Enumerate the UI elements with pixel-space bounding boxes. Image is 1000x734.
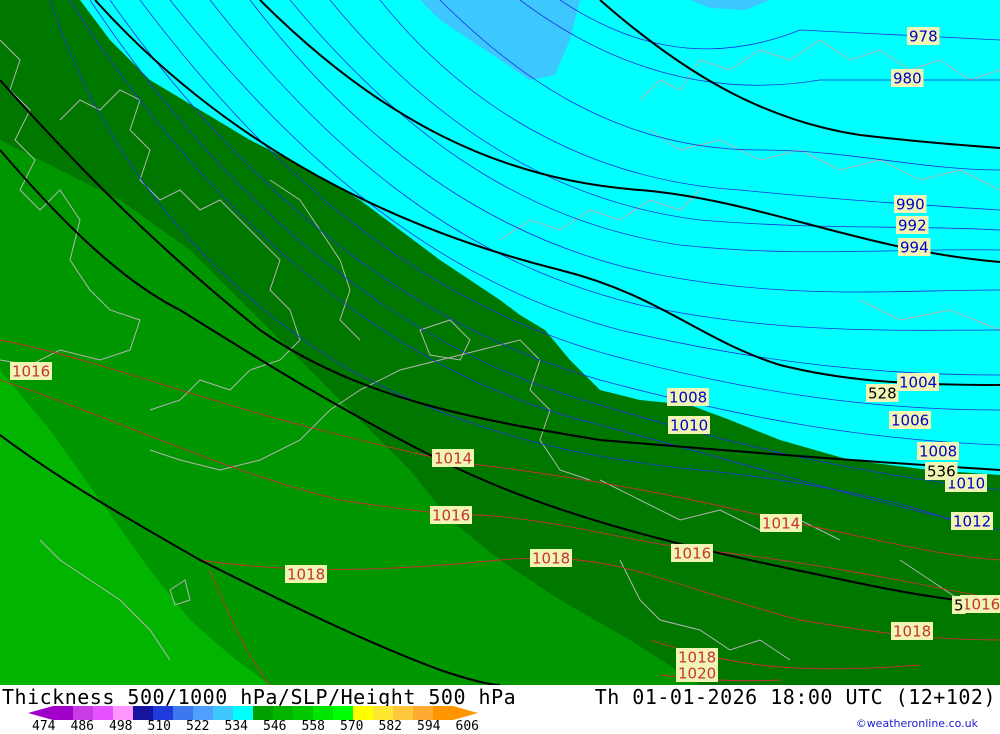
isobar-label: 1020 [676,664,718,683]
isobar-label: 1014 [432,449,474,468]
scale-swatch [233,706,254,720]
scale-swatch [293,706,314,720]
scale-tick-label: 474 [32,719,56,734]
isobar-label: 1008 [917,442,959,461]
height-label: 5 [952,596,966,615]
isobar-label-text: 1006 [891,412,929,430]
scale-tick-label: 486 [70,719,94,734]
scale-swatch [433,706,454,720]
scale-swatch [333,706,354,720]
isobar-label: 1016 [430,506,472,525]
isobar-label: 1018 [285,565,327,584]
isobar-label-text: 1018 [287,566,325,584]
scale-swatch [413,706,434,720]
isobar-label-text: 1016 [12,363,50,381]
scale-swatch [113,706,134,720]
scale-swatch [193,706,214,720]
isobar-label: 1006 [889,411,931,430]
scale-tick-label: 606 [455,719,479,734]
scale-tick-label: 498 [109,719,133,734]
isobar-label: 1018 [530,549,572,568]
scale-swatch [93,706,114,720]
isobar-label: 1018 [891,622,933,641]
isobar-label-text: 1012 [953,513,991,531]
isobar-label: 980 [891,69,924,88]
scale-arrow-right [453,706,478,720]
isobar-label-text: 978 [909,28,938,46]
scale-swatch [393,706,414,720]
isobar-label-text: 1018 [532,550,570,568]
height-label: 536 [925,462,958,481]
valid-time: Th 01-01-2026 18:00 UTC (12+102) [594,685,996,709]
isobar-label-text: 1018 [893,623,931,641]
height-label-text: 536 [927,463,956,481]
scale-swatch [213,706,234,720]
credit-link[interactable]: ©weatheronline.co.uk [856,717,978,730]
scale-tick-label: 534 [224,719,248,734]
scale-tick-label: 558 [301,719,325,734]
weather-map: 9789809909929941004100610081008101010101… [0,0,1000,685]
isobar-label-text: 1008 [919,443,957,461]
scale-swatch [133,706,154,720]
isobar-label-text: 990 [896,196,925,214]
height-label-text: 528 [868,385,897,403]
footer: Thickness 500/1000 hPa/SLP/Height 500 hP… [0,685,1000,734]
color-scale-ticks: 474 486 498 510 522 534 546 558 570 582 594 606 [0,719,520,734]
isobar-label-text: 980 [893,70,922,88]
scale-tick-label: 510 [147,719,171,734]
scale-swatch [373,706,394,720]
isobar-label: 1014 [760,514,802,533]
isobar-label-text: 1004 [899,374,937,392]
isobar-label-text: 1016 [432,507,470,525]
scale-swatch [73,706,94,720]
color-scale-bar [28,706,478,720]
isobar-label-text: 994 [900,239,929,257]
isobar-label-text: 992 [898,217,927,235]
isobar-label: 994 [898,238,931,257]
height-label-text: 5 [954,597,964,615]
isobar-label-text: 1014 [434,450,472,468]
scale-swatch [273,706,294,720]
scale-swatch [313,706,334,720]
scale-swatch [353,706,374,720]
isobar-label: 1012 [951,512,993,531]
isobar-label: 1010 [668,416,710,435]
isobar-label: 1008 [667,388,709,407]
isobar-label-text: 1016 [962,596,1000,614]
scale-swatch [253,706,274,720]
isobar-label-text: 1010 [670,417,708,435]
scale-tick-label: 570 [340,719,364,734]
scale-arrow-left [28,706,53,720]
isobar-label: 1016 [960,595,1000,614]
isobar-label-text: 1008 [669,389,707,407]
isobar-label-text: 1016 [673,545,711,563]
scale-tick-label: 546 [263,719,287,734]
height-label: 528 [866,384,899,403]
scale-swatch [153,706,174,720]
isobar-label-text: 1020 [678,665,716,683]
scale-tick-label: 522 [186,719,210,734]
isobar-label: 978 [907,27,940,46]
scale-tick-label: 582 [378,719,402,734]
isobar-label: 1004 [897,373,939,392]
isobar-label-text: 1014 [762,515,800,533]
isobar-label: 1016 [671,544,713,563]
isobar-label: 1016 [10,362,52,381]
scale-tick-label: 594 [417,719,441,734]
scale-swatch [173,706,194,720]
scale-swatch [53,706,74,720]
isobar-label: 990 [894,195,927,214]
isobar-label: 992 [896,216,929,235]
